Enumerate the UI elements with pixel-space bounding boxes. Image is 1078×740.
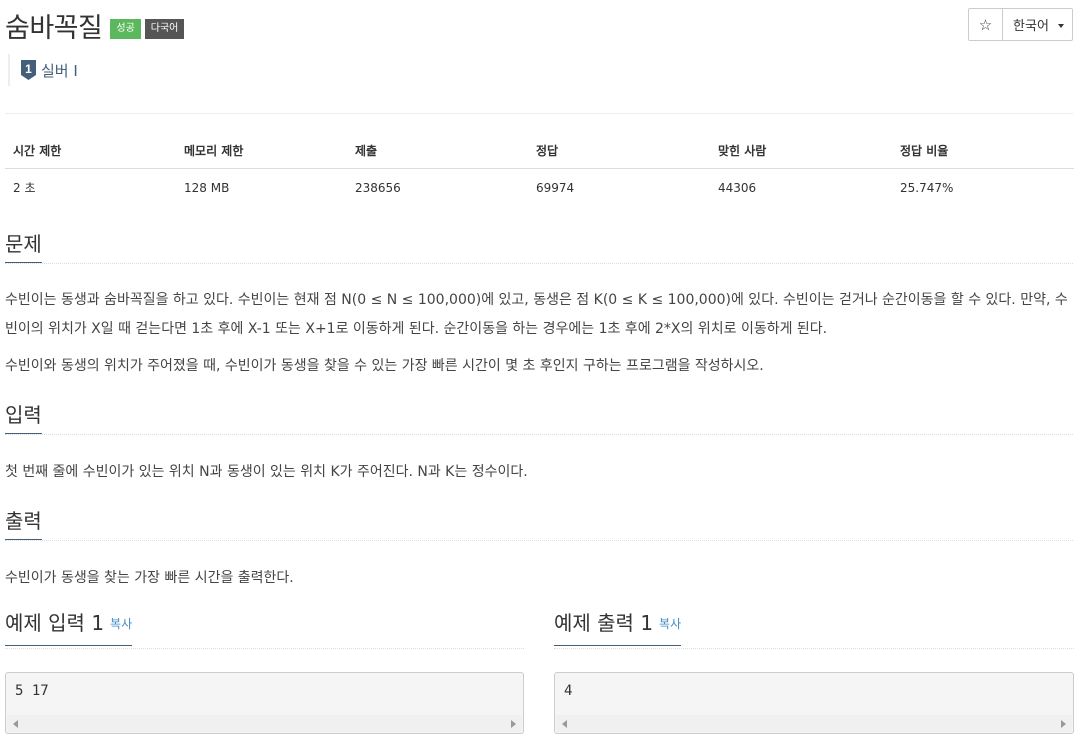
- input-heading: 입력: [5, 403, 42, 434]
- copy-sample-output-button[interactable]: 복사: [659, 617, 681, 631]
- sample-input-box[interactable]: 5 17: [5, 672, 524, 734]
- output-paragraph: 수빈이가 동생을 찾는 가장 빠른 시간을 출력한다.: [5, 570, 294, 586]
- scroll-right-icon[interactable]: [511, 720, 516, 728]
- info-header-row: 시간 제한 메모리 제한 제출 정답 맞힌 사람 정답 비율: [5, 134, 1074, 169]
- value-accepted[interactable]: 69974: [528, 169, 710, 207]
- tier-icon-number: 1: [25, 62, 32, 76]
- scroll-left-icon[interactable]: [13, 720, 18, 728]
- problem-paragraph-2: 수빈이와 동생의 위치가 주어졌을 때, 수빈이가 동생을 찾을 수 있는 가장…: [5, 358, 764, 374]
- problem-heading: 문제: [5, 232, 42, 263]
- language-label: 한국어: [1013, 19, 1049, 34]
- language-dropdown[interactable]: 한국어: [1003, 8, 1073, 41]
- header-solved-users: 맞힌 사람: [710, 134, 892, 169]
- output-section-header: 출력: [5, 509, 1073, 541]
- sample-output-title: 예제 출력 1: [554, 611, 654, 635]
- input-description: 첫 번째 줄에 수빈이가 있는 위치 N과 동생이 있는 위치 K가 주어진다.…: [5, 458, 1073, 495]
- sample-input-text[interactable]: 5 17: [15, 683, 49, 699]
- sample-input-title: 예제 입력 1: [5, 611, 105, 635]
- value-solved-users[interactable]: 44306: [710, 169, 892, 207]
- header-accept-ratio: 정답 비율: [892, 134, 1074, 169]
- input-section-header: 입력: [5, 403, 1073, 435]
- success-badge: 성공: [110, 18, 141, 39]
- problem-info-table: 시간 제한 메모리 제한 제출 정답 맞힌 사람 정답 비율 2 초 128 M…: [5, 134, 1074, 206]
- problem-paragraph-1: 수빈이는 동생과 숨바꼭질을 하고 있다. 수빈이는 현재 점 N(0 ≤ N …: [5, 292, 1068, 337]
- tier-label[interactable]: 실버 I: [41, 60, 78, 81]
- top-buttons: ☆ 한국어: [968, 8, 1073, 41]
- value-time-limit: 2 초: [13, 181, 36, 195]
- sample-output-text[interactable]: 4: [564, 683, 572, 699]
- output-heading: 출력: [5, 509, 42, 540]
- scroll-left-icon[interactable]: [562, 720, 567, 728]
- header-memory-limit: 메모리 제한: [176, 134, 347, 169]
- problem-description: 수빈이는 동생과 숨바꼭질을 하고 있다. 수빈이는 현재 점 N(0 ≤ N …: [5, 286, 1073, 389]
- title-row: 숨바꼭질 성공 다국어: [5, 6, 185, 45]
- input-paragraph: 첫 번째 줄에 수빈이가 있는 위치 N과 동생이 있는 위치 K가 주어진다.…: [5, 464, 528, 480]
- header-accepted: 정답: [528, 134, 710, 169]
- copy-sample-input-button[interactable]: 복사: [110, 617, 132, 631]
- chevron-down-icon: [1057, 23, 1064, 28]
- page-title: 숨바꼭질: [5, 13, 103, 44]
- value-accept-ratio: 25.747%: [900, 180, 954, 195]
- sample-output-header: 예제 출력 1 복사: [554, 611, 1074, 649]
- star-button[interactable]: ☆: [968, 8, 1003, 41]
- sample-output-scrollbar[interactable]: [556, 715, 1072, 732]
- sample-output-heading: 예제 출력 1 복사: [554, 611, 682, 646]
- star-icon: ☆: [978, 15, 993, 34]
- value-memory-limit: 128 MB: [184, 180, 230, 195]
- scroll-right-icon[interactable]: [1061, 720, 1066, 728]
- tier-row: 1 실버 I: [8, 54, 78, 86]
- multilang-badge[interactable]: 다국어: [144, 18, 185, 39]
- sample-input-heading: 예제 입력 1 복사: [5, 611, 133, 646]
- value-submissions[interactable]: 238656: [347, 169, 528, 207]
- info-value-row: 2 초 128 MB 238656 69974 44306 25.747%: [5, 169, 1074, 207]
- header-submissions: 제출: [347, 134, 528, 169]
- sample-input-header: 예제 입력 1 복사: [5, 611, 524, 649]
- header-divider: [5, 113, 1073, 114]
- tier-icon: 1: [21, 60, 36, 80]
- problem-section-header: 문제: [5, 232, 1073, 264]
- output-description: 수빈이가 동생을 찾는 가장 빠른 시간을 출력한다.: [5, 564, 1073, 601]
- header-time-limit: 시간 제한: [5, 134, 176, 169]
- sample-output-box[interactable]: 4: [554, 672, 1074, 734]
- sample-input-scrollbar[interactable]: [7, 715, 522, 732]
